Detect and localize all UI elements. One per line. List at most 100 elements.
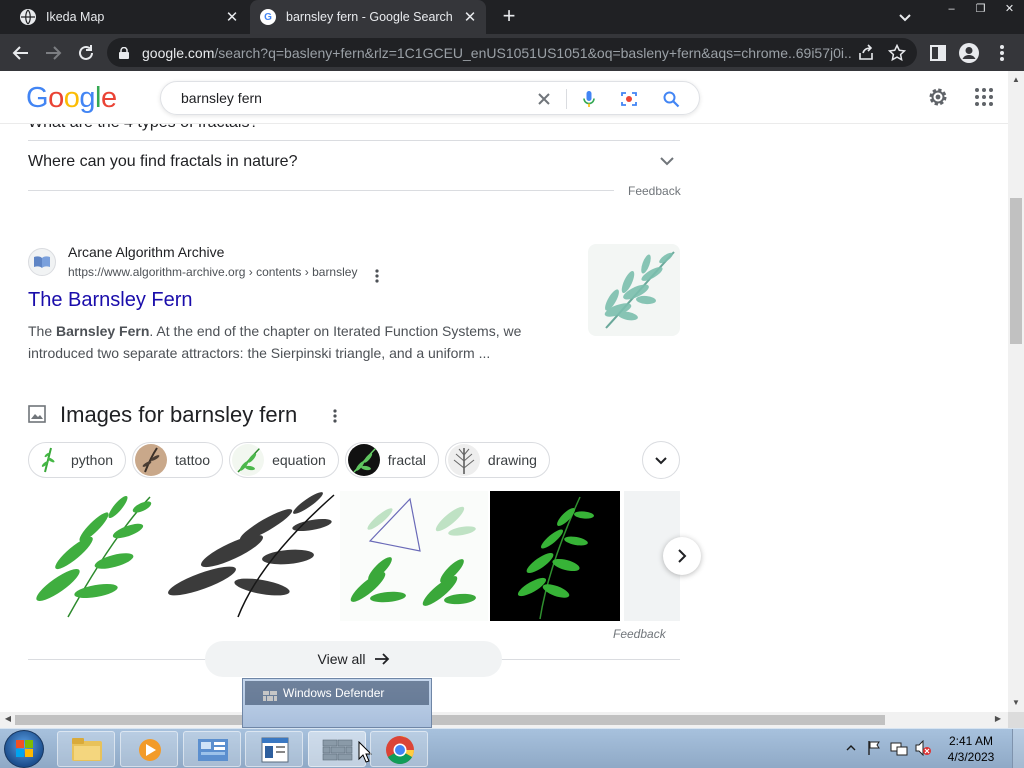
show-desktop-button[interactable] [1012, 729, 1024, 768]
search-input[interactable]: barnsley fern [181, 90, 262, 106]
clear-icon[interactable] [535, 90, 553, 108]
result-site-name[interactable]: Arcane Algorithm Archive [68, 244, 224, 260]
forward-arrow-icon[interactable] [42, 42, 64, 64]
search-box[interactable]: barnsley fern [160, 81, 700, 115]
popup-label: Windows Defender [283, 686, 385, 700]
search-icon[interactable] [662, 90, 680, 108]
horizontal-scroll-thumb[interactable] [15, 715, 885, 725]
vertical-scroll-thumb[interactable] [1010, 198, 1022, 344]
taskbar-thumbnail-popup[interactable]: Windows Defender [242, 678, 432, 728]
clock-time: 2:41 AM [948, 734, 994, 748]
scroll-left-arrow-icon[interactable]: ◀ [2, 714, 14, 723]
gallery-image-2[interactable] [162, 491, 336, 621]
scroll-corner [1008, 712, 1024, 728]
tab-title: barnsley fern - Google Search [286, 10, 453, 24]
browser-toolbar: google.com/search?q=basleny+fern&rlz=1C1… [0, 34, 1024, 71]
restore-button[interactable]: ❐ [966, 0, 995, 18]
new-tab-button[interactable]: + [498, 5, 520, 29]
url-text[interactable]: google.com/search?q=basleny+fern&rlz=1C1… [142, 45, 852, 61]
chip-tattoo[interactable]: tattoo [132, 442, 224, 478]
menu-kebab-icon[interactable] [991, 42, 1013, 64]
scroll-right-arrow-icon[interactable]: ▶ [992, 714, 1004, 723]
reload-icon[interactable] [75, 42, 97, 64]
minimize-button[interactable]: – [937, 0, 966, 18]
window-controls: – ❐ ✕ [937, 0, 1024, 20]
chip-thumbnail [135, 444, 168, 476]
search-divider [566, 89, 567, 109]
images-more-options-icon[interactable] [332, 408, 338, 424]
taskbar-chrome[interactable] [370, 731, 428, 767]
chip-drawing[interactable]: drawing [444, 442, 550, 478]
taskbar-notepad[interactable] [245, 731, 303, 767]
view-all-button[interactable]: View all [205, 641, 502, 677]
result-title-link[interactable]: The Barnsley Fern [28, 289, 193, 312]
result-url[interactable]: https://www.algorithm-archive.org › cont… [68, 265, 357, 279]
chip-label: equation [272, 452, 326, 468]
gallery-image-3[interactable] [340, 491, 488, 621]
faq-question-partial[interactable]: What are the 4 types of fractals? [28, 124, 258, 132]
images-feedback-link[interactable]: Feedback [613, 627, 666, 641]
camera-lens-icon[interactable] [620, 90, 638, 108]
close-tab-icon[interactable]: ✕ [222, 8, 242, 26]
bookmark-star-icon[interactable] [887, 43, 907, 62]
faq-feedback-link[interactable]: Feedback [628, 184, 681, 198]
image-icon [28, 405, 46, 423]
tab-strip: Ikeda Map ✕ G barnsley fern - Google Sea… [0, 0, 1024, 34]
logo-letter: G [26, 82, 49, 114]
taskbar-control-panel[interactable] [183, 731, 241, 767]
logo-letter: o [48, 82, 64, 114]
profile-avatar-icon[interactable] [958, 42, 980, 64]
chevron-down-icon[interactable] [658, 154, 676, 168]
book-icon [28, 248, 56, 276]
result-thumbnail[interactable] [588, 244, 680, 336]
control-panel-icon [198, 739, 228, 761]
vertical-scrollbar[interactable] [1008, 71, 1024, 712]
close-tab-icon[interactable]: ✕ [460, 8, 480, 26]
scroll-down-arrow-icon[interactable]: ▼ [1010, 698, 1022, 707]
taskbar-media-player[interactable] [120, 731, 178, 767]
chip-label: python [71, 452, 114, 468]
chip-thumbnail [347, 444, 380, 476]
taskbar-file-explorer[interactable] [57, 731, 115, 767]
media-player-icon [139, 739, 161, 761]
side-panel-icon[interactable] [927, 42, 949, 64]
address-bar[interactable]: google.com/search?q=basleny+fern&rlz=1C1… [107, 38, 917, 67]
images-heading[interactable]: Images for barnsley fern [60, 402, 297, 428]
network-icon[interactable] [890, 740, 908, 756]
gallery-next-button[interactable] [663, 537, 701, 575]
back-arrow-icon[interactable] [10, 42, 32, 64]
show-hidden-icons-icon[interactable] [846, 743, 856, 753]
close-window-button[interactable]: ✕ [995, 0, 1024, 18]
chips-expand-button[interactable] [642, 441, 680, 479]
folder-icon [72, 738, 102, 761]
lock-icon[interactable] [119, 46, 129, 59]
faq-question[interactable]: Where can you find fractals in nature? [28, 153, 297, 171]
settings-gear-icon[interactable] [926, 85, 950, 109]
chip-fractal[interactable]: fractal [344, 442, 439, 478]
tab-search-chevron-icon[interactable] [896, 8, 914, 26]
microphone-icon[interactable] [580, 90, 598, 108]
chip-equation[interactable]: equation [229, 442, 339, 478]
volume-muted-icon[interactable] [914, 740, 932, 756]
chip-label: drawing [487, 452, 537, 468]
tab-ikeda-map[interactable]: Ikeda Map ✕ [10, 0, 248, 34]
share-icon[interactable] [857, 44, 875, 62]
document-icon [261, 737, 289, 763]
gallery-image-4[interactable] [490, 491, 620, 621]
image-gallery [28, 491, 680, 621]
view-all-label: View all [317, 651, 366, 667]
system-clock[interactable]: 2:41 AM 4/3/2023 [936, 733, 1006, 765]
gallery-image-1[interactable] [28, 491, 158, 621]
image-refinement-chips: python tattoo equation fractal drawing [28, 442, 550, 478]
chip-python[interactable]: python [28, 442, 127, 478]
chip-thumbnail [232, 444, 265, 476]
defender-brick-icon [263, 688, 277, 701]
scroll-up-arrow-icon[interactable]: ▲ [1010, 75, 1022, 84]
more-options-icon[interactable] [374, 268, 380, 284]
start-button[interactable] [4, 730, 44, 768]
popup-title-bar[interactable]: Windows Defender [245, 681, 429, 705]
google-logo[interactable]: Google [26, 82, 117, 115]
action-center-flag-icon[interactable] [866, 740, 882, 756]
apps-grid-icon[interactable] [972, 85, 996, 109]
tab-google-search[interactable]: G barnsley fern - Google Search ✕ [250, 0, 486, 34]
